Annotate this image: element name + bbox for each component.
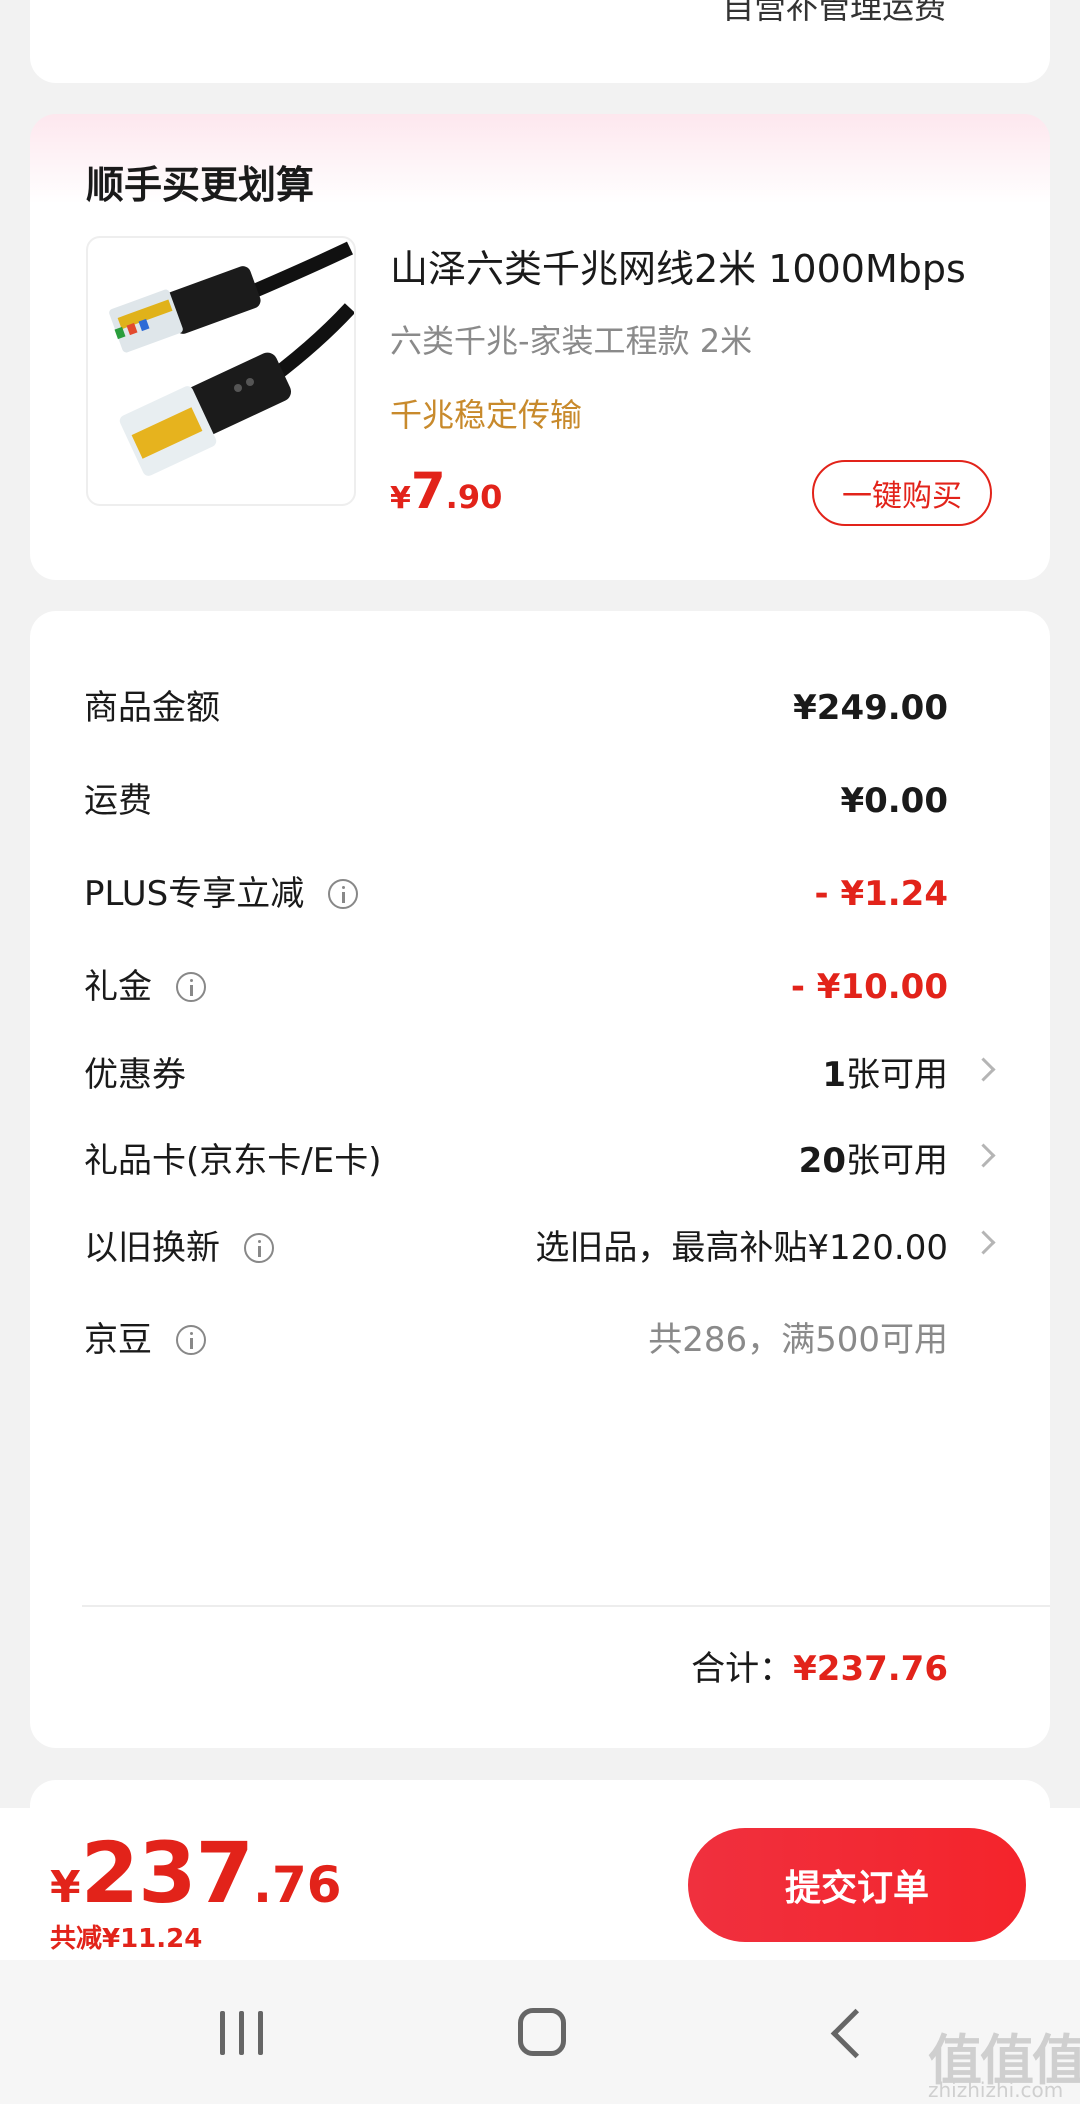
row-label: 礼金: [84, 967, 152, 1007]
chevron-right-icon[interactable]: [971, 1057, 996, 1082]
row-value: 选旧品，最高补贴¥120.00: [535, 1228, 948, 1268]
row-value: 20张可用: [799, 1116, 948, 1206]
total-row: 合计：¥237.76: [691, 1641, 948, 1690]
summary-row-gift-money: 礼金 - ¥10.00: [30, 942, 1050, 1032]
price-integer: 7: [410, 462, 446, 520]
total-label: 合计：: [691, 1649, 794, 1689]
summary-row-coupons[interactable]: 优惠券 1张可用: [30, 1030, 1050, 1120]
summary-row-shipping: 运费 ¥0.00: [30, 756, 1050, 846]
row-label: 礼品卡(京东卡/E卡): [84, 1141, 382, 1181]
summary-row-gift-card[interactable]: 礼品卡(京东卡/E卡) 20张可用: [30, 1116, 1050, 1206]
row-label: 京豆: [84, 1320, 152, 1360]
upsell-title: 顺手买更划算: [86, 163, 315, 207]
row-label: 商品金额: [84, 688, 220, 728]
info-icon[interactable]: [176, 1325, 206, 1355]
one-click-buy-button[interactable]: 一键购买: [812, 460, 992, 526]
summary-row-goods-amount: 商品金额 ¥249.00: [30, 663, 1050, 753]
submit-order-button[interactable]: 提交订单: [688, 1828, 1026, 1942]
summary-row-plus-discount: PLUS专享立减 - ¥1.24: [30, 849, 1050, 939]
coupon-count: 1: [822, 1055, 846, 1095]
row-value: - ¥10.00: [790, 967, 948, 1007]
row-label-wrap: 京豆: [84, 1295, 206, 1385]
product-price: ¥7.90: [390, 462, 502, 520]
pay-decimal: .76: [252, 1856, 342, 1914]
system-nav-bar: 值值值 zhizhizhi.com: [0, 1960, 1080, 2104]
coupon-text: 张可用: [846, 1055, 948, 1095]
price-symbol: ¥: [390, 481, 411, 516]
row-value: - ¥1.24: [814, 874, 949, 914]
chevron-right-icon[interactable]: [971, 1230, 996, 1255]
price-decimal: .90: [445, 478, 503, 516]
home-icon[interactable]: [518, 2008, 566, 2056]
product-name[interactable]: 山泽六类千兆网线2米 1000Mbps: [390, 238, 966, 293]
summary-row-trade-in[interactable]: 以旧换新 选旧品，最高补贴¥120.00: [30, 1203, 1050, 1293]
row-label-wrap: PLUS专享立减: [84, 849, 359, 939]
row-label-wrap: 礼金: [84, 942, 206, 1032]
row-value: ¥0.00: [840, 781, 948, 821]
row-label-wrap: 以旧换新: [84, 1203, 274, 1293]
recent-apps-icon[interactable]: [220, 2011, 264, 2055]
shipping-note: 自营补管理运费: [721, 0, 946, 26]
info-icon[interactable]: [328, 879, 359, 909]
row-label: 以旧换新: [84, 1228, 220, 1268]
upsell-card: 顺手买更划算 山泽六类千兆网线2米 1000Mbps 六类千兆-家装工程款 2米…: [30, 114, 1050, 580]
pay-amount: ¥237.76: [50, 1824, 342, 1922]
divider: [82, 1605, 1050, 1607]
product-tag: 千兆稳定传输: [390, 396, 583, 434]
shipping-card: 自营补管理运费: [30, 0, 1050, 83]
row-label: 优惠券: [84, 1055, 186, 1095]
pay-integer: 237: [80, 1824, 254, 1922]
back-icon[interactable]: [830, 2008, 881, 2059]
checkout-bar: ¥237.76 共减¥11.24 提交订单: [0, 1808, 1080, 1960]
info-icon[interactable]: [176, 972, 206, 1002]
pay-symbol: ¥: [50, 1862, 81, 1913]
row-label: PLUS专享立减: [84, 874, 305, 914]
total-value: ¥237.76: [793, 1649, 948, 1689]
watermark-url: zhizhizhi.com: [928, 2078, 1064, 2102]
summary-row-jd-beans: 京豆 共286，满500可用: [30, 1295, 1050, 1385]
row-value: 1张可用: [822, 1030, 948, 1120]
product-spec: 六类千兆-家装工程款 2米: [390, 322, 753, 360]
ethernet-cable-icon: [109, 241, 354, 476]
info-icon[interactable]: [244, 1233, 274, 1263]
giftcard-count: 20: [798, 1141, 846, 1181]
chevron-right-icon[interactable]: [971, 1143, 996, 1168]
order-summary-card: 商品金额 ¥249.00 运费 ¥0.00 PLUS专享立减 - ¥1.24 礼…: [30, 611, 1050, 1748]
row-value: 共286，满500可用: [648, 1320, 948, 1360]
product-image[interactable]: [86, 236, 356, 506]
giftcard-text: 张可用: [846, 1141, 948, 1181]
saved-amount: 共减¥11.24: [50, 1924, 203, 1954]
row-label: 运费: [84, 781, 152, 821]
row-value: ¥249.00: [793, 688, 948, 728]
